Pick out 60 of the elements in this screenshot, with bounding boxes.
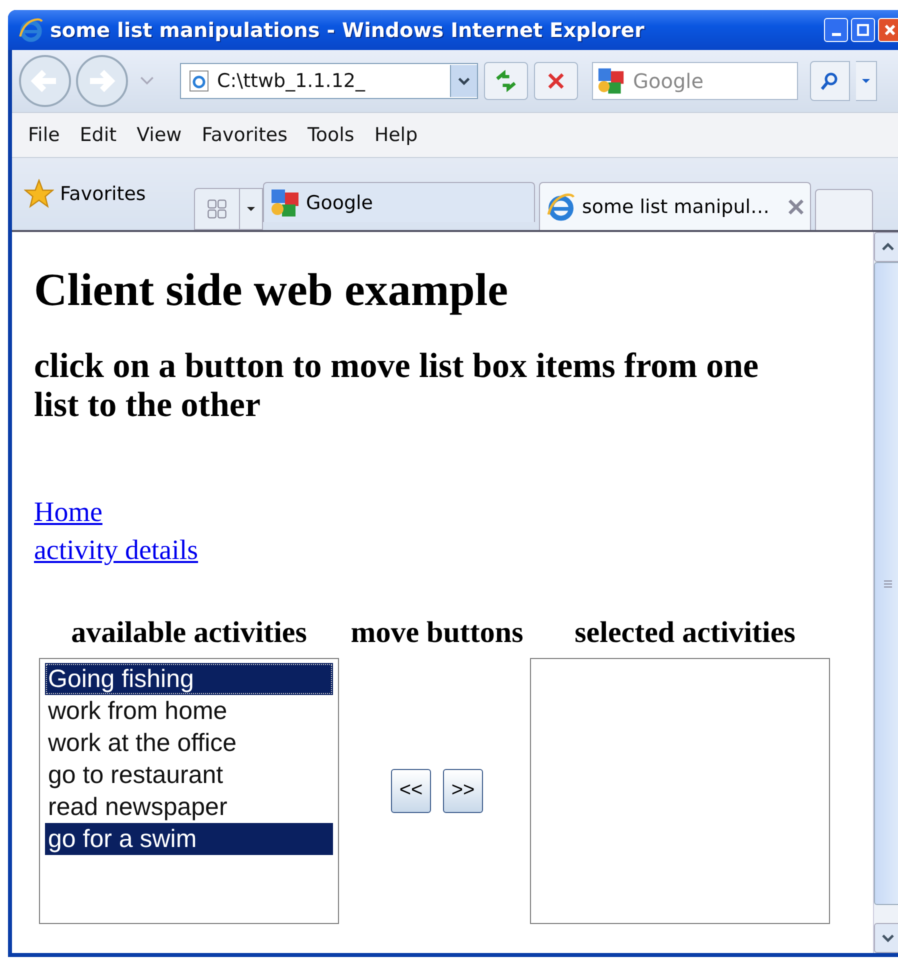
move-button[interactable]: << xyxy=(391,768,431,813)
scroll-up-button[interactable] xyxy=(874,232,898,262)
menu-item[interactable]: Favorites xyxy=(202,124,288,146)
list-box[interactable]: Going fishing work from home work at the office go to restaurant read newspaper go for a swim xyxy=(39,658,339,924)
move-button[interactable]: >> xyxy=(443,768,483,813)
caret-icon xyxy=(861,77,871,85)
browser-logo-icon xyxy=(546,192,576,222)
list-item[interactable]: work from home xyxy=(45,694,333,727)
browser-logo-icon xyxy=(18,17,44,43)
minimize-button[interactable] xyxy=(824,18,848,42)
close-icon xyxy=(883,23,897,37)
search-options-button[interactable] xyxy=(856,61,877,101)
grip-icon xyxy=(883,580,893,588)
menu-item[interactable]: Tools xyxy=(308,124,354,146)
menu-item[interactable]: Help xyxy=(374,124,418,146)
maximize-button[interactable] xyxy=(851,18,875,42)
search-field[interactable]: Google xyxy=(592,62,798,100)
quick-tabs-button[interactable] xyxy=(194,188,239,230)
link[interactable]: Home xyxy=(34,494,102,532)
list-item[interactable]: go for a swim xyxy=(45,822,333,855)
favorites-label: Favorites xyxy=(60,183,146,205)
scroll-down-button[interactable] xyxy=(874,923,898,953)
menu-item[interactable]: Edit xyxy=(80,124,117,146)
address-bar[interactable]: C:\ttwb_1.1.12_ xyxy=(180,63,478,99)
page-icon xyxy=(189,70,209,92)
caret-icon xyxy=(246,205,256,213)
page-heading: Client side web example xyxy=(34,263,510,317)
tab-label: Google xyxy=(306,192,374,214)
list-item[interactable]: go to restaurant xyxy=(45,758,333,791)
column-heading: move buttons xyxy=(350,616,524,650)
link[interactable]: activity details xyxy=(34,532,198,570)
refresh-button[interactable] xyxy=(484,62,528,100)
window-title: some list manipulations - Windows Internet Explorer xyxy=(50,18,646,42)
browser-tab[interactable]: Google xyxy=(263,182,535,222)
maximize-icon xyxy=(856,23,870,37)
grid-icon xyxy=(206,198,228,220)
list-item[interactable]: Going fishing xyxy=(45,662,333,695)
search-icon xyxy=(820,71,840,91)
column-heading: selected activities xyxy=(574,616,796,650)
search-button[interactable] xyxy=(810,61,850,101)
history-dropdown-icon[interactable] xyxy=(140,76,154,86)
refresh-icon xyxy=(495,70,517,92)
menu-item[interactable]: View xyxy=(136,124,182,146)
caret-icon xyxy=(458,76,470,86)
stop-button[interactable] xyxy=(534,62,578,100)
search-provider-logo-icon xyxy=(270,188,300,218)
tab-list-button[interactable] xyxy=(239,188,263,230)
menu-item[interactable]: File xyxy=(28,124,60,146)
browser-tab[interactable]: some list manipul… xyxy=(539,182,811,230)
list-item[interactable]: read newspaper xyxy=(45,790,333,823)
close-button[interactable] xyxy=(878,18,898,42)
close-tab-icon[interactable] xyxy=(788,198,804,214)
column-heading: available activities xyxy=(70,616,308,650)
minimize-icon xyxy=(832,33,840,36)
favorites-button[interactable]: Favorites xyxy=(24,169,194,219)
list-item[interactable]: work at the office xyxy=(45,726,333,759)
page-subheading: click on a button to move list box items from one list to the other xyxy=(34,347,760,424)
address-dropdown-button[interactable] xyxy=(450,65,477,97)
tab-label: some list manipul… xyxy=(582,196,771,218)
star-icon xyxy=(24,179,54,209)
